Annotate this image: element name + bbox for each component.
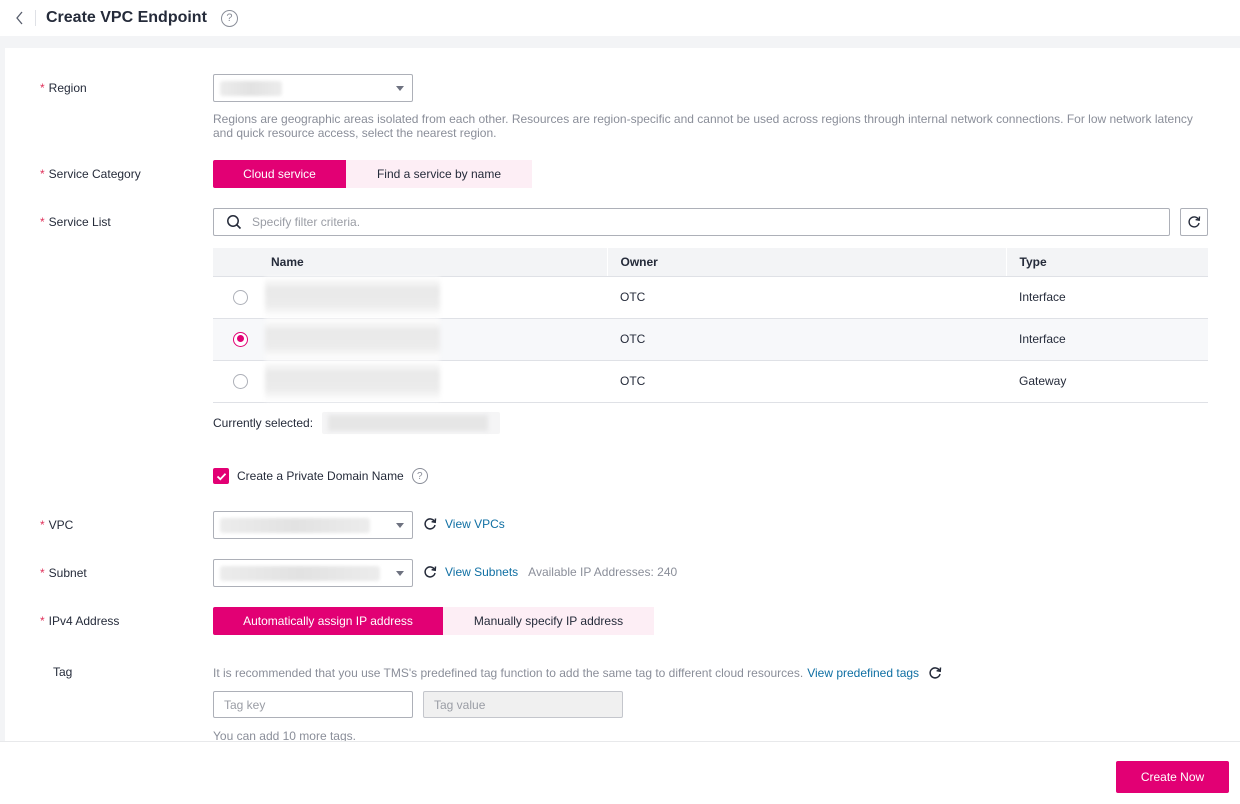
subnet-select[interactable] xyxy=(213,559,413,587)
service-table: Name Owner Type OTC Interface OTC Interf… xyxy=(213,248,1208,403)
subnet-value xyxy=(220,566,380,581)
currently-selected-value xyxy=(322,412,501,434)
find-by-name-option[interactable]: Find a service by name xyxy=(346,160,532,188)
table-row[interactable]: OTC Interface xyxy=(213,318,1208,361)
tag-value-input[interactable] xyxy=(423,691,623,718)
select-column-header xyxy=(213,248,271,277)
checkmark-icon xyxy=(216,472,226,480)
type-cell: Interface xyxy=(1006,318,1208,361)
refresh-icon[interactable] xyxy=(422,516,438,532)
row-radio[interactable] xyxy=(233,331,248,347)
service-search-input[interactable] xyxy=(252,215,1132,229)
vpc-select[interactable] xyxy=(213,511,413,539)
form-card: * Region Regions are geographic areas iso… xyxy=(5,48,1240,741)
tag-key-input[interactable] xyxy=(213,691,413,718)
footer-bar: Create Now xyxy=(0,741,1240,804)
refresh-icon[interactable] xyxy=(422,564,438,580)
service-category-toggle: Cloud service Find a service by name xyxy=(213,160,532,188)
auto-assign-ip-option[interactable]: Automatically assign IP address xyxy=(213,607,443,635)
vpc-label: * VPC xyxy=(40,518,74,532)
chevron-left-icon xyxy=(16,11,23,25)
type-cell: Gateway xyxy=(1006,360,1208,403)
service-search xyxy=(213,208,1170,236)
currently-selected-label: Currently selected: xyxy=(213,416,314,430)
service-name xyxy=(265,319,440,359)
region-value xyxy=(220,81,282,96)
vpc-value xyxy=(220,518,370,533)
question-circle-icon[interactable]: ? xyxy=(411,468,428,484)
tag-hint: It is recommended that you use TMS's pre… xyxy=(213,666,804,680)
region-label: * Region xyxy=(40,81,87,95)
caret-down-icon xyxy=(396,523,404,528)
refresh-services-button[interactable] xyxy=(1180,208,1208,236)
region-select[interactable] xyxy=(213,74,413,102)
manual-ip-option[interactable]: Manually specify IP address xyxy=(443,607,654,635)
row-radio[interactable] xyxy=(233,289,248,305)
owner-column-header: Owner xyxy=(606,248,1006,277)
search-icon xyxy=(226,214,242,230)
page-header: Create VPC Endpoint ? xyxy=(0,0,1240,36)
ipv4-label: * IPv4 Address xyxy=(40,614,120,628)
vpc-actions: View VPCs xyxy=(422,516,505,532)
ipv4-toggle: Automatically assign IP address Manually… xyxy=(213,607,654,635)
view-subnets-link[interactable]: View Subnets xyxy=(445,565,518,579)
tag-hint-row: It is recommended that you use TMS's pre… xyxy=(213,665,943,681)
refresh-icon xyxy=(1188,216,1201,228)
private-domain-checkbox[interactable] xyxy=(213,468,229,484)
private-domain-row: Create a Private Domain Name ? xyxy=(213,468,428,484)
owner-cell: OTC xyxy=(607,318,1006,361)
owner-cell: OTC xyxy=(607,360,1006,403)
service-name xyxy=(265,361,440,401)
cloud-service-option[interactable]: Cloud service xyxy=(213,160,346,188)
type-column-header: Type xyxy=(1005,248,1208,277)
service-category-label: * Service Category xyxy=(40,167,141,181)
owner-cell: OTC xyxy=(607,276,1006,319)
service-list-label: * Service List xyxy=(40,215,111,229)
view-predefined-tags-link[interactable]: View predefined tags xyxy=(807,666,919,680)
region-hint: Regions are geographic areas isolated fr… xyxy=(213,112,1193,140)
page-title: Create VPC Endpoint xyxy=(46,9,207,26)
required-mark: * xyxy=(40,81,45,95)
back-button[interactable] xyxy=(10,11,30,25)
refresh-icon[interactable] xyxy=(927,665,943,681)
question-circle-icon[interactable]: ? xyxy=(220,9,238,27)
caret-down-icon xyxy=(396,571,404,576)
service-name xyxy=(265,277,440,317)
available-ips: Available IP Addresses: 240 xyxy=(528,565,678,579)
table-row[interactable]: OTC Interface xyxy=(213,276,1208,319)
name-column-header: Name xyxy=(271,248,607,277)
caret-down-icon xyxy=(396,86,404,91)
currently-selected: Currently selected: xyxy=(213,412,501,434)
subnet-actions: View Subnets Available IP Addresses: 240 xyxy=(422,564,677,580)
tag-label: Tag xyxy=(53,665,73,679)
table-header-row: Name Owner Type xyxy=(213,248,1208,277)
tags-remaining: You can add 10 more tags. xyxy=(213,729,356,741)
subnet-label: * Subnet xyxy=(40,566,87,580)
private-domain-label: Create a Private Domain Name xyxy=(237,469,404,483)
type-cell: Interface xyxy=(1006,276,1208,319)
header-divider xyxy=(35,10,36,26)
row-radio[interactable] xyxy=(233,373,248,389)
view-vpcs-link[interactable]: View VPCs xyxy=(445,517,505,531)
create-now-button[interactable]: Create Now xyxy=(1116,761,1229,793)
table-row[interactable]: OTC Gateway xyxy=(213,360,1208,403)
